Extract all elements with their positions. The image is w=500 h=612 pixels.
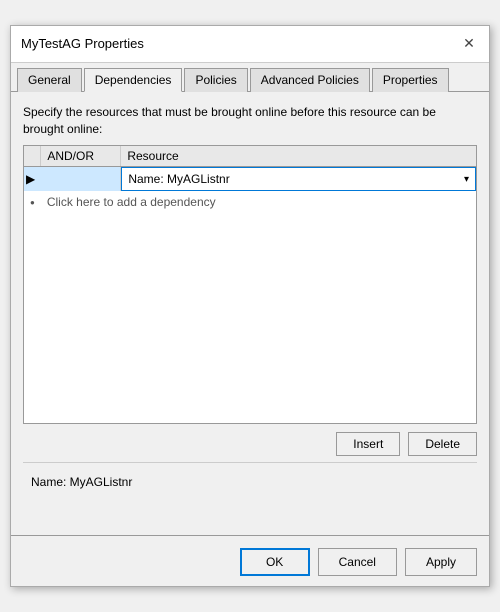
- empty-row-1: [24, 213, 476, 243]
- window-title: MyTestAG Properties: [21, 36, 144, 51]
- header-resource: Resource: [121, 146, 476, 167]
- tab-advanced-policies[interactable]: Advanced Policies: [250, 68, 370, 92]
- row-resource-cell: Name: MyAGListnr ▾: [121, 167, 476, 192]
- tab-properties[interactable]: Properties: [372, 68, 449, 92]
- info-text: Name: MyAGListnr: [31, 475, 132, 489]
- tab-policies[interactable]: Policies: [184, 68, 247, 92]
- table-actions: Insert Delete: [23, 432, 477, 456]
- tab-bar: General Dependencies Policies Advanced P…: [11, 63, 489, 92]
- empty-row-5: [24, 333, 476, 363]
- resource-value: Name: MyAGListnr: [128, 172, 229, 186]
- add-dependency-label: Click here to add a dependency: [41, 191, 476, 213]
- properties-window: MyTestAG Properties ✕ General Dependenci…: [10, 25, 490, 588]
- bottom-buttons: OK Cancel Apply: [11, 540, 489, 586]
- ok-button[interactable]: OK: [240, 548, 310, 576]
- title-bar: MyTestAG Properties ✕: [11, 26, 489, 63]
- row-arrow-cell: ▶: [24, 167, 41, 192]
- description-text: Specify the resources that must be broug…: [23, 104, 477, 138]
- empty-row-6: [24, 363, 476, 393]
- row-and-or-cell: [41, 167, 121, 192]
- close-button[interactable]: ✕: [459, 34, 479, 54]
- add-dependency-row[interactable]: ● Click here to add a dependency: [24, 191, 476, 213]
- dependencies-table: AND/OR Resource ▶ Name: MyAGListnr ▾: [24, 146, 476, 423]
- dropdown-arrow-icon: ▾: [464, 174, 469, 185]
- cancel-button[interactable]: Cancel: [318, 548, 397, 576]
- divider: [23, 462, 477, 463]
- add-bullet: ●: [24, 191, 41, 213]
- insert-button[interactable]: Insert: [336, 432, 400, 456]
- dependencies-table-container: AND/OR Resource ▶ Name: MyAGListnr ▾: [23, 145, 477, 424]
- table-header-row: AND/OR Resource: [24, 146, 476, 167]
- delete-button[interactable]: Delete: [408, 432, 477, 456]
- tab-general[interactable]: General: [17, 68, 82, 92]
- apply-button[interactable]: Apply: [405, 548, 477, 576]
- header-arrow: [24, 146, 41, 167]
- tab-content: Specify the resources that must be broug…: [11, 92, 489, 532]
- tab-dependencies[interactable]: Dependencies: [84, 68, 183, 92]
- header-and-or: AND/OR: [41, 146, 121, 167]
- resource-dropdown[interactable]: Name: MyAGListnr ▾: [121, 167, 476, 191]
- bottom-divider: [11, 535, 489, 536]
- empty-row-2: [24, 243, 476, 273]
- empty-row-7: [24, 393, 476, 423]
- table-row[interactable]: ▶ Name: MyAGListnr ▾: [24, 167, 476, 192]
- empty-row-4: [24, 303, 476, 333]
- empty-row-3: [24, 273, 476, 303]
- info-panel: Name: MyAGListnr: [23, 469, 477, 519]
